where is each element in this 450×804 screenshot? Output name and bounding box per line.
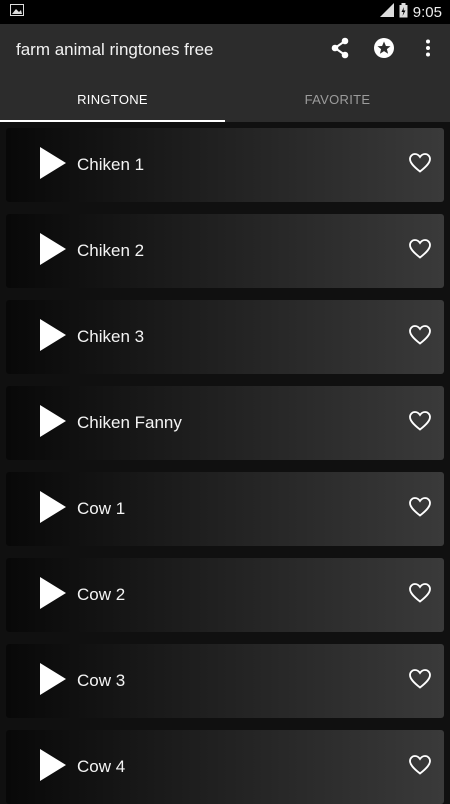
ringtone-name: Cow 3 bbox=[77, 671, 126, 690]
tab-bar: RINGTONE FAVORITE bbox=[0, 76, 450, 122]
list-item[interactable]: Chiken 2 bbox=[6, 214, 444, 288]
ringtone-name: Cow 4 bbox=[77, 757, 126, 776]
play-button[interactable] bbox=[6, 300, 66, 374]
play-button[interactable] bbox=[6, 128, 66, 202]
list-item[interactable]: Cow 1 bbox=[6, 472, 444, 546]
play-icon bbox=[40, 146, 66, 184]
favorite-button[interactable] bbox=[398, 745, 442, 789]
ringtone-name: Chiken Fanny bbox=[77, 413, 182, 432]
star-circle-icon bbox=[373, 37, 395, 64]
play-icon bbox=[40, 748, 66, 786]
ringtone-name: Chiken 3 bbox=[77, 327, 145, 346]
favorite-button[interactable] bbox=[398, 143, 442, 187]
play-icon bbox=[40, 232, 66, 270]
play-button[interactable] bbox=[6, 214, 66, 288]
list-item[interactable]: Chiken Fanny bbox=[6, 386, 444, 460]
signal-icon bbox=[379, 3, 394, 21]
favorite-button[interactable] bbox=[398, 401, 442, 445]
ringtone-list: Chiken 1 Chiken 2 Chiken 3 Chiken Fanny … bbox=[0, 122, 450, 804]
rate-button[interactable] bbox=[362, 28, 406, 72]
play-button[interactable] bbox=[6, 644, 66, 718]
heart-outline-icon bbox=[409, 238, 431, 264]
more-vert-icon bbox=[425, 39, 431, 62]
favorite-button[interactable] bbox=[398, 573, 442, 617]
play-icon bbox=[40, 404, 66, 442]
battery-icon bbox=[399, 2, 408, 22]
ringtone-name: Cow 2 bbox=[77, 585, 126, 604]
ringtone-name: Chiken 1 bbox=[77, 155, 145, 174]
heart-outline-icon bbox=[409, 668, 431, 694]
app-toolbar: farm animal ringtones free bbox=[0, 24, 450, 76]
favorite-button[interactable] bbox=[398, 229, 442, 273]
play-button[interactable] bbox=[6, 558, 66, 632]
list-item[interactable]: Cow 2 bbox=[6, 558, 444, 632]
favorite-button[interactable] bbox=[398, 487, 442, 531]
share-icon bbox=[330, 37, 350, 64]
list-item[interactable]: Cow 4 bbox=[6, 730, 444, 804]
overflow-menu-button[interactable] bbox=[406, 28, 450, 72]
play-button[interactable] bbox=[6, 472, 66, 546]
play-icon bbox=[40, 662, 66, 700]
tab-ringtone[interactable]: RINGTONE bbox=[0, 76, 225, 122]
heart-outline-icon bbox=[409, 324, 431, 350]
status-time: 9:05 bbox=[412, 3, 442, 21]
image-notification-icon bbox=[10, 3, 24, 21]
heart-outline-icon bbox=[409, 582, 431, 608]
status-bar: 9:05 bbox=[0, 0, 450, 24]
heart-outline-icon bbox=[409, 754, 431, 780]
favorite-button[interactable] bbox=[398, 315, 442, 359]
play-icon bbox=[40, 490, 66, 528]
favorite-button[interactable] bbox=[398, 659, 442, 703]
heart-outline-icon bbox=[409, 496, 431, 522]
ringtone-name: Chiken 2 bbox=[77, 241, 145, 260]
app-title: farm animal ringtones free bbox=[16, 40, 214, 59]
play-button[interactable] bbox=[6, 386, 66, 460]
list-item[interactable]: Cow 3 bbox=[6, 644, 444, 718]
tab-favorite[interactable]: FAVORITE bbox=[225, 76, 450, 122]
share-button[interactable] bbox=[318, 28, 362, 72]
play-icon bbox=[40, 576, 66, 614]
list-item[interactable]: Chiken 1 bbox=[6, 128, 444, 202]
play-icon bbox=[40, 318, 66, 356]
list-item[interactable]: Chiken 3 bbox=[6, 300, 444, 374]
heart-outline-icon bbox=[409, 152, 431, 178]
ringtone-name: Cow 1 bbox=[77, 499, 126, 518]
heart-outline-icon bbox=[409, 410, 431, 436]
play-button[interactable] bbox=[6, 730, 66, 804]
